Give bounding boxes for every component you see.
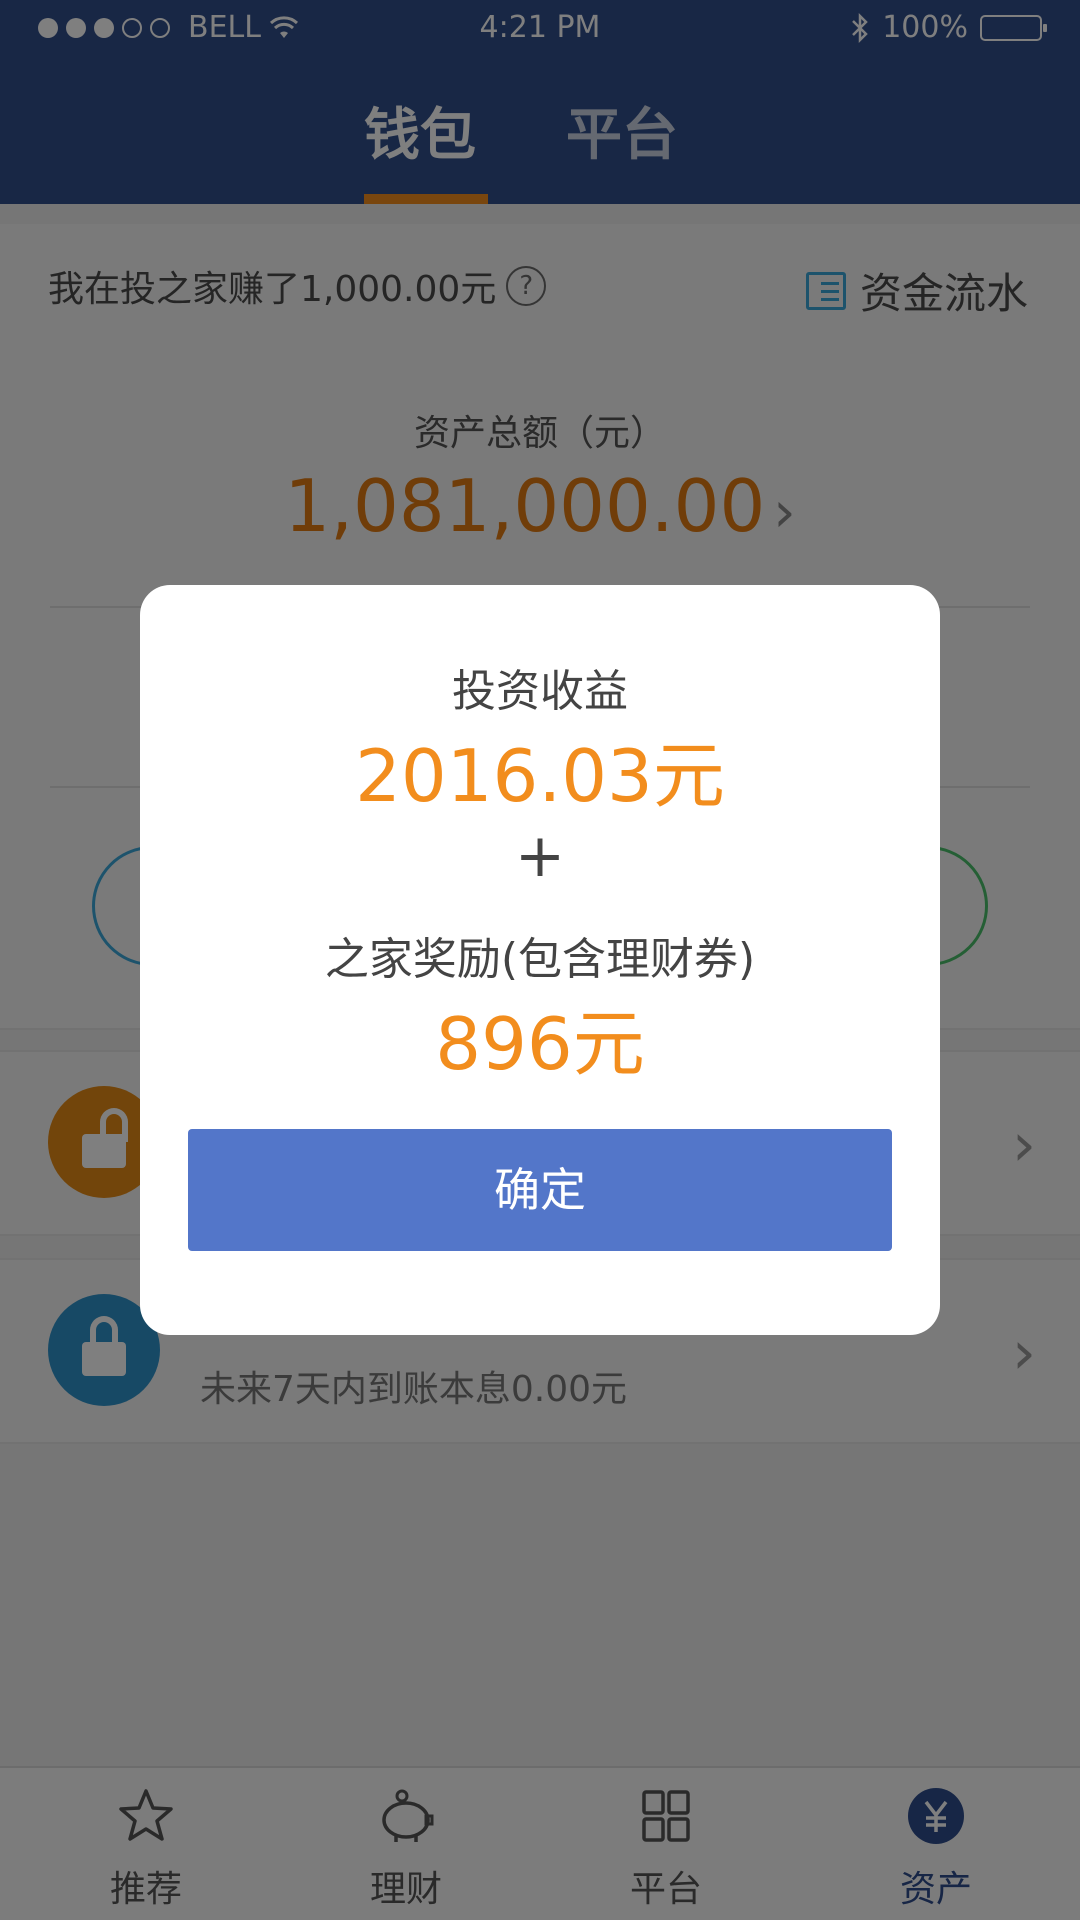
investment-income-amount: 2016.03元 (355, 734, 725, 818)
reward-title: 之家奖励(包含理财券) (324, 934, 756, 985)
reward-amount: 896元 (435, 1002, 645, 1086)
earnings-dialog: 投资收益 2016.03元 + 之家奖励(包含理财券) 896元 确定 (140, 585, 940, 1335)
investment-income-title: 投资收益 (452, 666, 628, 717)
plus-sign: + (514, 821, 566, 891)
confirm-button[interactable]: 确定 (188, 1129, 892, 1251)
